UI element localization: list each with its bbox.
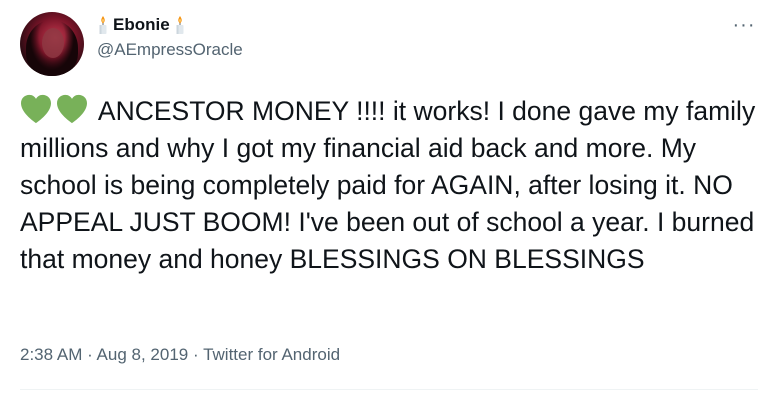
tweet-meta: 2:38 AM · Aug 8, 2019 · Twitter for Andr… <box>20 345 340 365</box>
display-name-row[interactable]: Ebonie <box>97 14 243 36</box>
tweet-time: 2:38 AM <box>20 345 83 364</box>
candle-icon <box>176 16 184 34</box>
user-handle[interactable]: @AEmpressOracle <box>97 40 243 60</box>
avatar-face <box>42 28 64 58</box>
user-info: Ebonie @AEmpressOracle <box>97 14 243 60</box>
divider <box>20 389 758 390</box>
tweet-card: Ebonie @AEmpressOracle ··· ANCESTOR MONE… <box>0 0 772 412</box>
more-options-button[interactable]: ··· <box>730 14 758 36</box>
tweet-source-link[interactable]: Twitter for Android <box>203 345 340 364</box>
green-heart-icon <box>21 94 51 124</box>
candle-icon <box>99 16 107 34</box>
tweet-date: Aug 8, 2019 <box>96 345 189 364</box>
tweet-time-link[interactable]: 2:38 AM · Aug 8, 2019 <box>20 345 188 364</box>
meta-separator: · <box>82 345 97 364</box>
tweet-text: ANCESTOR MONEY !!!! it works! I done gav… <box>20 93 760 278</box>
more-icon: ··· <box>732 13 756 36</box>
avatar[interactable] <box>20 12 84 76</box>
green-heart-icon <box>57 94 87 124</box>
meta-separator: · <box>188 345 204 364</box>
tweet-body: ANCESTOR MONEY !!!! it works! I done gav… <box>20 96 756 274</box>
display-name[interactable]: Ebonie <box>113 15 170 35</box>
